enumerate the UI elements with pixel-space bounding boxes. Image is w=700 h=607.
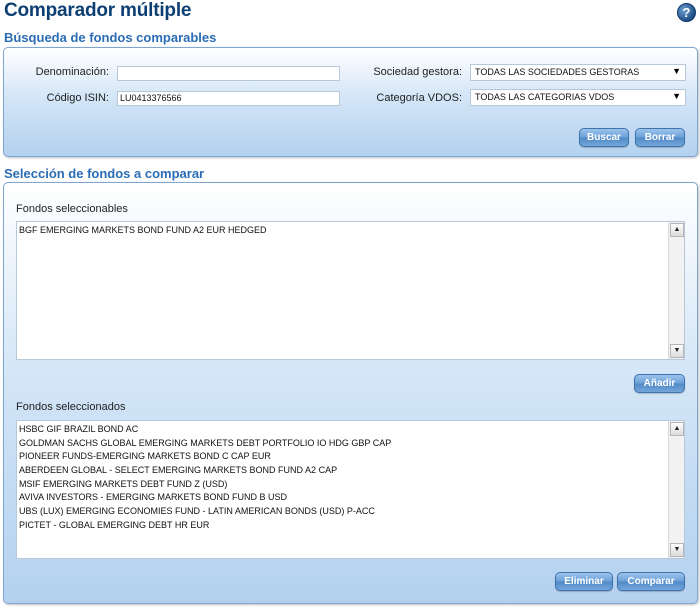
- add-fund-button[interactable]: Añadir: [634, 374, 685, 393]
- page-title: Comparador múltiple: [4, 0, 192, 21]
- remove-fund-button[interactable]: Eliminar: [555, 572, 613, 591]
- buscar-button[interactable]: Buscar: [579, 128, 629, 147]
- categoria-select[interactable]: TODAS LAS CATEGORIAS VDOS ▼: [470, 89, 686, 106]
- list-item[interactable]: PIONEER FUNDS-EMERGING MARKETS BOND C CA…: [17, 450, 668, 464]
- scroll-up-icon[interactable]: ▲: [670, 223, 684, 237]
- compare-button[interactable]: Comparar: [617, 572, 685, 591]
- chevron-down-icon: ▼: [672, 66, 681, 76]
- selected-funds-listbox[interactable]: HSBC GIF BRAZIL BOND AC GOLDMAN SACHS GLO…: [16, 420, 685, 559]
- list-item[interactable]: MSIF EMERGING MARKETS DEBT FUND Z (USD): [17, 478, 668, 492]
- list-item[interactable]: UBS (LUX) EMERGING ECONOMIES FUND - LATI…: [17, 505, 668, 519]
- denominacion-label: Denominación:: [35, 66, 109, 78]
- isin-label: Código ISIN:: [46, 92, 109, 104]
- scrollbar[interactable]: ▲ ▼: [668, 421, 684, 558]
- scroll-down-icon[interactable]: ▼: [670, 344, 684, 358]
- search-panel: Denominación: Código ISIN: Sociedad gest…: [3, 47, 698, 157]
- categoria-selected-value: TODAS LAS CATEGORIAS VDOS: [475, 92, 615, 102]
- chevron-down-icon: ▼: [672, 91, 681, 101]
- selection-section-title: Selección de fondos a comparar: [4, 166, 205, 181]
- scroll-down-icon[interactable]: ▼: [670, 543, 684, 557]
- gestora-select[interactable]: TODAS LAS SOCIEDADES GESTORAS ▼: [470, 64, 686, 81]
- scroll-up-icon[interactable]: ▲: [670, 422, 684, 436]
- list-item[interactable]: BGF EMERGING MARKETS BOND FUND A2 EUR HE…: [17, 224, 668, 238]
- categoria-label: Categoría VDOS:: [376, 92, 462, 104]
- selected-funds-label: Fondos seleccionados: [16, 401, 126, 413]
- isin-input[interactable]: [117, 91, 340, 106]
- gestora-label: Sociedad gestora:: [373, 66, 462, 78]
- search-section-title: Búsqueda de fondos comparables: [4, 30, 217, 45]
- selectable-funds-listbox[interactable]: BGF EMERGING MARKETS BOND FUND A2 EUR HE…: [16, 221, 685, 360]
- list-item[interactable]: PICTET - GLOBAL EMERGING DEBT HR EUR: [17, 519, 668, 533]
- list-item[interactable]: HSBC GIF BRAZIL BOND AC: [17, 423, 668, 437]
- selectable-funds-label: Fondos seleccionables: [16, 203, 128, 215]
- borrar-button[interactable]: Borrar: [635, 128, 685, 147]
- gestora-selected-value: TODAS LAS SOCIEDADES GESTORAS: [475, 67, 640, 77]
- selection-panel: Fondos seleccionables BGF EMERGING MARKE…: [3, 182, 698, 604]
- list-item[interactable]: ABERDEEN GLOBAL - SELECT EMERGING MARKET…: [17, 464, 668, 478]
- denominacion-input[interactable]: [117, 66, 340, 81]
- help-icon[interactable]: ?: [677, 3, 696, 22]
- list-item[interactable]: GOLDMAN SACHS GLOBAL EMERGING MARKETS DE…: [17, 437, 668, 451]
- scrollbar[interactable]: ▲ ▼: [668, 222, 684, 359]
- list-item[interactable]: AVIVA INVESTORS - EMERGING MARKETS BOND …: [17, 491, 668, 505]
